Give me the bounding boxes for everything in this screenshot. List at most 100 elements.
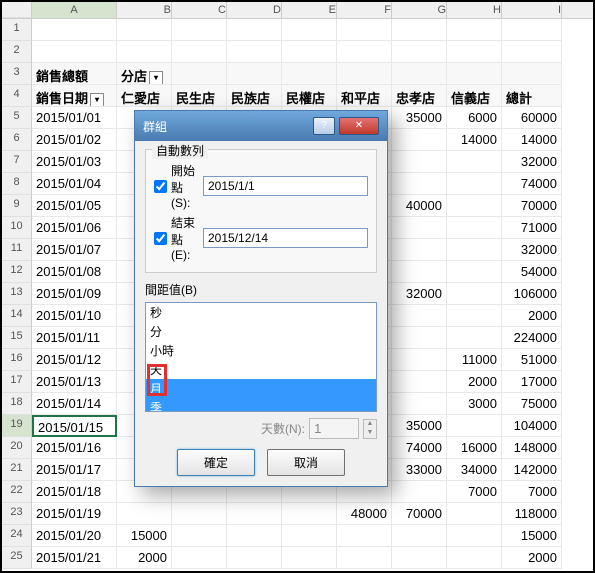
- cell[interactable]: 2015/01/10: [32, 305, 117, 327]
- col-header-I[interactable]: I: [502, 2, 562, 18]
- cell[interactable]: 15000: [502, 525, 562, 547]
- cell[interactable]: 2015/01/06: [32, 217, 117, 239]
- row-header-23[interactable]: 23: [2, 503, 32, 525]
- cell[interactable]: 2015/01/05: [32, 195, 117, 217]
- row-header-10[interactable]: 10: [2, 217, 32, 239]
- cell[interactable]: 15000: [117, 525, 172, 547]
- cell[interactable]: 32000: [502, 151, 562, 173]
- cell[interactable]: 17000: [502, 371, 562, 393]
- cell[interactable]: [447, 547, 502, 569]
- cell[interactable]: 2015/01/13: [32, 371, 117, 393]
- cell[interactable]: [117, 503, 172, 525]
- cell[interactable]: 104000: [502, 415, 562, 437]
- cell[interactable]: [227, 547, 282, 569]
- interval-option-quarter[interactable]: 季: [146, 398, 376, 412]
- start-input[interactable]: [203, 176, 368, 196]
- cell[interactable]: [447, 305, 502, 327]
- cell[interactable]: 2000: [447, 371, 502, 393]
- cell[interactable]: 2000: [502, 547, 562, 569]
- row-header-1[interactable]: 1: [2, 19, 32, 41]
- cell[interactable]: [172, 503, 227, 525]
- cell[interactable]: [392, 547, 447, 569]
- cell[interactable]: [392, 173, 447, 195]
- cell[interactable]: 106000: [502, 283, 562, 305]
- row-header-20[interactable]: 20: [2, 437, 32, 459]
- cell[interactable]: 11000: [447, 349, 502, 371]
- row-header-18[interactable]: 18: [2, 393, 32, 415]
- row-header-13[interactable]: 13: [2, 283, 32, 305]
- cancel-button[interactable]: 取消: [267, 449, 345, 476]
- col-header-D[interactable]: D: [227, 2, 282, 18]
- label-total-sales[interactable]: 銷售總額: [32, 63, 117, 85]
- cell[interactable]: 2015/01/02: [32, 129, 117, 151]
- cell[interactable]: [337, 525, 392, 547]
- row-header-11[interactable]: 11: [2, 239, 32, 261]
- cell[interactable]: [392, 371, 447, 393]
- cell[interactable]: [392, 525, 447, 547]
- cell[interactable]: 35000: [392, 415, 447, 437]
- cell[interactable]: [447, 217, 502, 239]
- row-header-15[interactable]: 15: [2, 327, 32, 349]
- cell[interactable]: 60000: [502, 107, 562, 129]
- interval-listbox[interactable]: 秒 分 小時 天 月 季 年: [145, 302, 377, 412]
- cell[interactable]: [447, 151, 502, 173]
- interval-option-hour[interactable]: 小時: [146, 341, 376, 360]
- col-header-H[interactable]: H: [447, 2, 502, 18]
- row-header-14[interactable]: 14: [2, 305, 32, 327]
- col-header-G[interactable]: G: [392, 2, 447, 18]
- cell[interactable]: 14000: [502, 129, 562, 151]
- interval-option-minute[interactable]: 分: [146, 322, 376, 341]
- row-header-25[interactable]: 25: [2, 547, 32, 569]
- col-header-A[interactable]: A: [32, 2, 117, 18]
- cell[interactable]: 2000: [117, 547, 172, 569]
- row-header-6[interactable]: 6: [2, 129, 32, 151]
- cell[interactable]: [392, 129, 447, 151]
- cell[interactable]: 2015/01/15: [32, 415, 117, 437]
- branch-header[interactable]: 忠孝店: [392, 85, 447, 107]
- cell[interactable]: 35000: [392, 107, 447, 129]
- cell[interactable]: 3000: [447, 393, 502, 415]
- cell[interactable]: 2015/01/12: [32, 349, 117, 371]
- cell[interactable]: 32000: [502, 239, 562, 261]
- cell[interactable]: 2015/01/19: [32, 503, 117, 525]
- cell[interactable]: [282, 503, 337, 525]
- cell[interactable]: [447, 173, 502, 195]
- row-header-22[interactable]: 22: [2, 481, 32, 503]
- cell[interactable]: 142000: [502, 459, 562, 481]
- cell[interactable]: 16000: [447, 437, 502, 459]
- cell[interactable]: [282, 547, 337, 569]
- row-header-8[interactable]: 8: [2, 173, 32, 195]
- cell[interactable]: 2015/01/09: [32, 283, 117, 305]
- cell[interactable]: [392, 151, 447, 173]
- cell[interactable]: [392, 217, 447, 239]
- cell[interactable]: 71000: [502, 217, 562, 239]
- row-header-17[interactable]: 17: [2, 371, 32, 393]
- cell[interactable]: [172, 547, 227, 569]
- row-header-24[interactable]: 24: [2, 525, 32, 547]
- cell[interactable]: [392, 349, 447, 371]
- branch-header[interactable]: 民生店: [172, 85, 227, 107]
- cell[interactable]: 33000: [392, 459, 447, 481]
- branch-header[interactable]: 信義店: [447, 85, 502, 107]
- interval-option-month[interactable]: 月: [146, 379, 376, 398]
- cell[interactable]: [447, 261, 502, 283]
- row-header-5[interactable]: 5: [2, 107, 32, 129]
- branch-header[interactable]: 民族店: [227, 85, 282, 107]
- cell[interactable]: 2015/01/20: [32, 525, 117, 547]
- row-header-3[interactable]: 3: [2, 63, 32, 85]
- cell[interactable]: 2015/01/18: [32, 481, 117, 503]
- cell[interactable]: 40000: [392, 195, 447, 217]
- branch-header[interactable]: 民權店: [282, 85, 337, 107]
- label-branch[interactable]: 分店▾: [117, 63, 172, 85]
- cell[interactable]: [392, 481, 447, 503]
- cell[interactable]: [447, 327, 502, 349]
- cell[interactable]: [447, 415, 502, 437]
- cell[interactable]: 2015/01/03: [32, 151, 117, 173]
- cell[interactable]: 7000: [447, 481, 502, 503]
- cell[interactable]: 7000: [502, 481, 562, 503]
- ok-button[interactable]: 確定: [177, 449, 255, 476]
- cell[interactable]: 48000: [337, 503, 392, 525]
- cell[interactable]: [447, 283, 502, 305]
- cell[interactable]: 2015/01/04: [32, 173, 117, 195]
- cell[interactable]: 34000: [447, 459, 502, 481]
